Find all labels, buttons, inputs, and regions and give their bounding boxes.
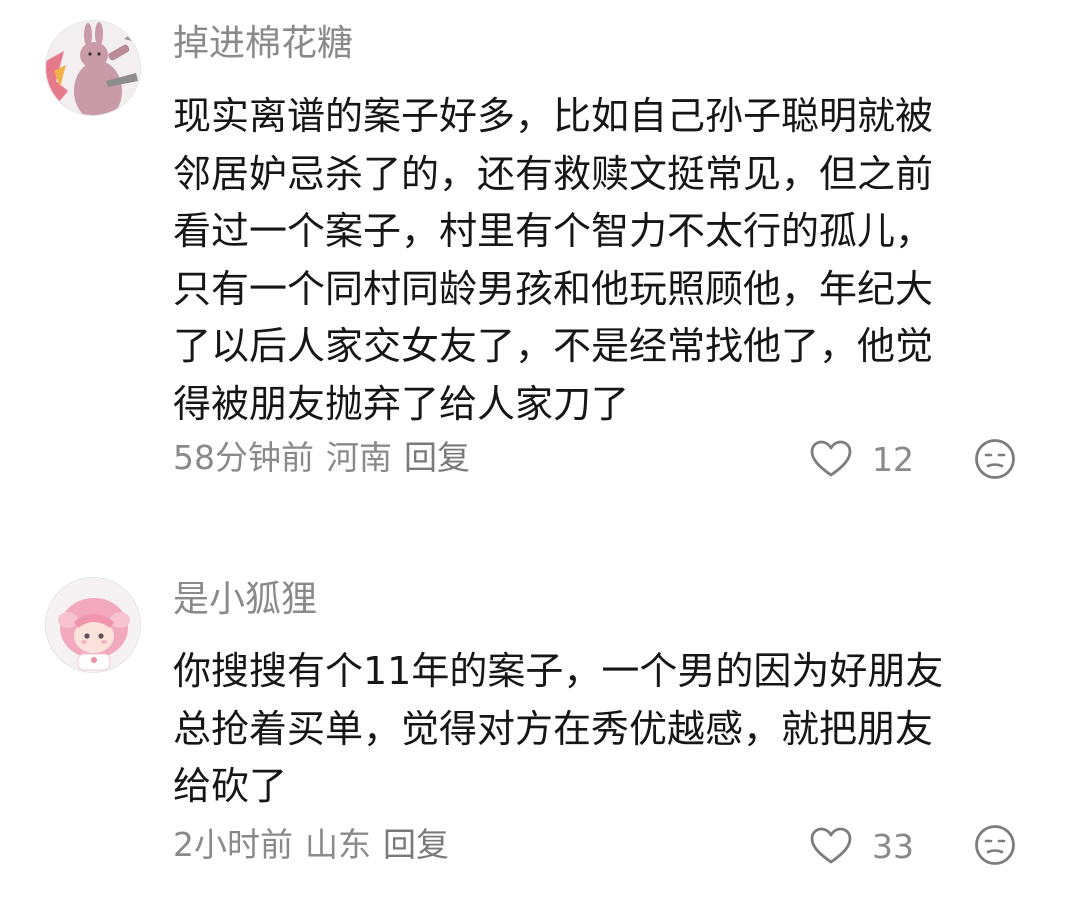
- comment-meta: 2小时前 山东 回复: [173, 825, 461, 865]
- comment-text: 现实离谱的案子好多，比如自己孙子聪明就被 邻居妒忌杀了的，还有救赎文挺常见，但之…: [173, 88, 1023, 433]
- comment-meta: 58分钟前 河南 回复: [173, 438, 482, 478]
- comment-line: 看过一个案子，村里有个智力不太行的孤儿，: [173, 209, 934, 253]
- heart-icon: [810, 827, 852, 864]
- dislike-emoji-button[interactable]: [974, 824, 1016, 866]
- pink-hair-girl-avatar-icon: [46, 578, 140, 672]
- comment-line: 现实离谱的案子好多，比如自己孙子聪明就被: [173, 94, 934, 138]
- like-button[interactable]: 33: [810, 823, 914, 869]
- comment-time: 2小时前: [173, 825, 293, 864]
- user-avatar[interactable]: [45, 577, 141, 673]
- comment-line: 你搜搜有个11年的案子，一个男的因为好朋友: [173, 649, 944, 693]
- heart-icon: [810, 440, 852, 477]
- comment-line: 了以后人家交女友了，不是经常找他了，他觉: [173, 324, 934, 368]
- like-count: 12: [872, 439, 914, 479]
- comment-location: 山东: [305, 825, 371, 864]
- comment-line: 只有一个同村同龄男孩和他玩照顾他，年纪大: [173, 266, 934, 311]
- username[interactable]: 掉进棉花糖: [173, 22, 353, 66]
- like-count: 33: [872, 826, 914, 866]
- comment-line: 得被朋友抛弃了给人家刀了: [173, 381, 630, 426]
- dislike-emoji-button[interactable]: [974, 438, 1016, 480]
- like-button[interactable]: 12: [810, 436, 914, 482]
- comment-text: 你搜搜有个11年的案子，一个男的因为好朋友 总抢着买单，觉得对方在秀优越感，就把…: [173, 643, 1023, 816]
- comment-line: 给砍了: [173, 764, 288, 808]
- meh-face-icon: [975, 825, 1015, 865]
- rabbit-avatar-icon: [46, 21, 140, 115]
- user-avatar[interactable]: [45, 20, 141, 116]
- comment-time: 58分钟前: [173, 438, 314, 477]
- comment-item: 是小狐狸 你搜搜有个11年的案子，一个男的因为好朋友 总抢着买单，觉得对方在秀优…: [0, 560, 1079, 919]
- comment-line: 邻居妒忌杀了的，还有救赎文挺常见，但之前: [173, 151, 934, 196]
- comment-line: 总抢着买单，觉得对方在秀优越感，就把朋友: [173, 706, 934, 751]
- username[interactable]: 是小狐狸: [173, 578, 317, 622]
- meh-face-icon: [975, 439, 1015, 479]
- comment-item: 掉进棉花糖 现实离谱的案子好多，比如自己孙子聪明就被 邻居妒忌杀了的，还有救赎文…: [0, 0, 1079, 500]
- reply-button[interactable]: 回复: [383, 825, 449, 864]
- comment-location: 河南: [326, 438, 392, 477]
- reply-button[interactable]: 回复: [404, 438, 470, 477]
